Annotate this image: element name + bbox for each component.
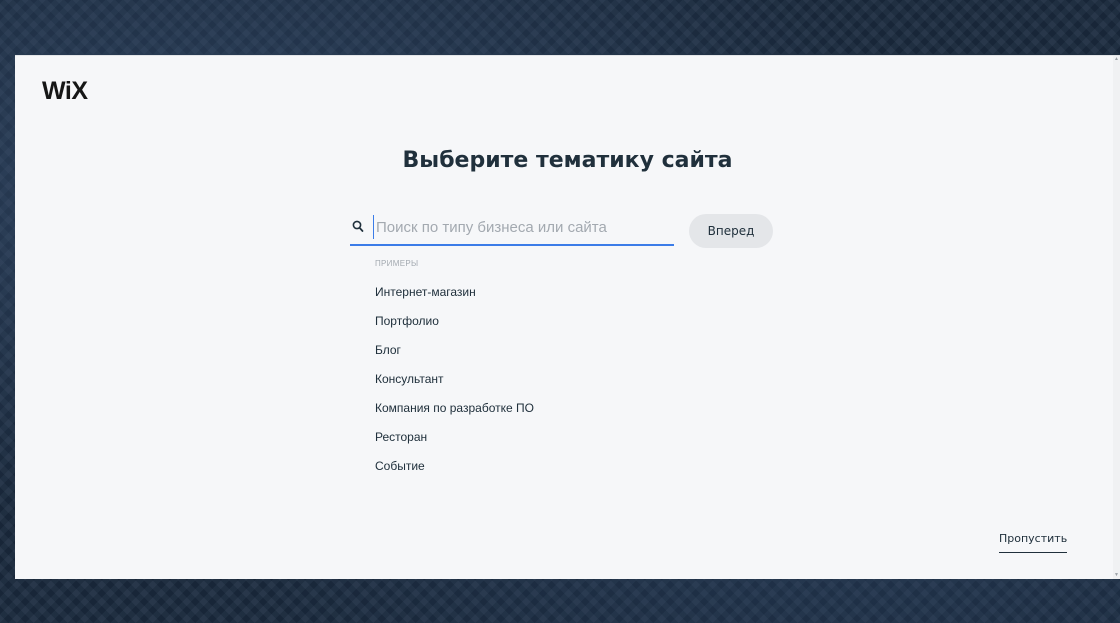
wix-onboarding-window: WiX Выберите тематику сайта Вперед ПРИМЕ… — [15, 55, 1120, 579]
page-title: Выберите тематику сайта — [402, 148, 733, 173]
example-item-software-company[interactable]: Компания по разработке ПО — [375, 394, 534, 423]
example-item-restaurant[interactable]: Ресторан — [375, 423, 534, 452]
scroll-up-icon[interactable]: ▲ — [1114, 57, 1119, 62]
example-list: Интернет-магазин Портфолио Блог Консульт… — [375, 278, 534, 481]
go-button[interactable]: Вперед — [689, 214, 773, 248]
search-field[interactable] — [350, 213, 674, 246]
scroll-down-icon[interactable]: ▼ — [1114, 573, 1119, 578]
skip-link[interactable]: Пропустить — [999, 532, 1068, 553]
search-icon — [352, 220, 364, 234]
scrollbar[interactable]: ▲ ▼ — [1113, 56, 1120, 579]
example-item-blog[interactable]: Блог — [375, 336, 534, 365]
example-item-online-store[interactable]: Интернет-магазин — [375, 278, 534, 307]
example-item-event[interactable]: Событие — [375, 452, 534, 481]
example-item-consultant[interactable]: Консультант — [375, 365, 534, 394]
examples-label: ПРИМЕРЫ — [375, 259, 419, 268]
wix-logo[interactable]: WiX — [42, 77, 88, 106]
search-input[interactable] — [373, 215, 671, 239]
example-item-portfolio[interactable]: Портфолио — [375, 307, 534, 336]
